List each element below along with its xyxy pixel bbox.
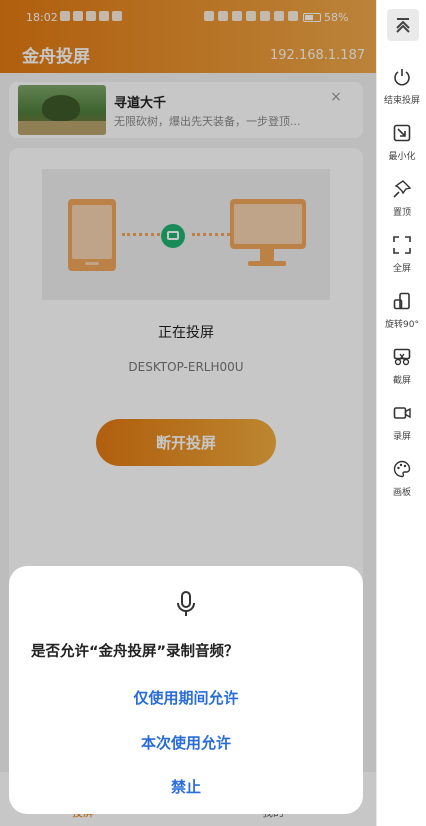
- rotate-button[interactable]: 旋转90°: [377, 292, 426, 342]
- whiteboard-button[interactable]: 画板: [377, 460, 426, 510]
- microphone-icon: [177, 591, 195, 616]
- pin-top-button[interactable]: 置顶: [377, 180, 426, 230]
- scissors-icon: [393, 348, 411, 366]
- whiteboard-label: 画板: [392, 488, 411, 498]
- video-icon: [393, 407, 411, 419]
- record-button[interactable]: 录屏: [377, 404, 426, 454]
- record-label: 录屏: [392, 432, 411, 442]
- power-icon: [394, 69, 410, 86]
- side-toolbar: 结束投屏 最小化 置顶 全屏 旋转90° 截屏 录屏 画板: [376, 0, 426, 826]
- screenshot-label: 截屏: [392, 376, 411, 386]
- minimize-button[interactable]: 最小化: [377, 124, 426, 174]
- deny-button[interactable]: 禁止: [9, 776, 363, 797]
- rotate-icon: [393, 292, 410, 310]
- allow-this-time-button[interactable]: 本次使用允许: [9, 732, 363, 753]
- allow-while-using-button[interactable]: 仅使用期间允许: [9, 687, 363, 708]
- minimize-label: 最小化: [388, 152, 416, 162]
- screenshot-button[interactable]: 截屏: [377, 348, 426, 398]
- pin-icon: [393, 180, 411, 198]
- phone-screen: 18:02 58% 金舟投屏 192.168.1.187 寻道大千 无限砍树，爆…: [0, 0, 376, 826]
- end-cast-button[interactable]: 结束投屏: [377, 68, 426, 118]
- chevron-up-icon: [396, 18, 410, 33]
- end-cast-label: 结束投屏: [383, 96, 420, 106]
- rotate-label: 旋转90°: [385, 320, 419, 330]
- pin-top-label: 置顶: [392, 208, 411, 218]
- permission-dialog: 是否允许“金舟投屏”录制音频？ 仅使用期间允许 本次使用允许 禁止: [9, 566, 363, 814]
- palette-icon: [393, 460, 411, 478]
- minimize-icon: [393, 124, 411, 142]
- fullscreen-button[interactable]: 全屏: [377, 236, 426, 286]
- dialog-question: 是否允许“金舟投屏”录制音频？: [31, 644, 239, 660]
- fullscreen-icon: [393, 236, 411, 254]
- fullscreen-label: 全屏: [392, 264, 411, 274]
- collapse-button[interactable]: [387, 9, 419, 41]
